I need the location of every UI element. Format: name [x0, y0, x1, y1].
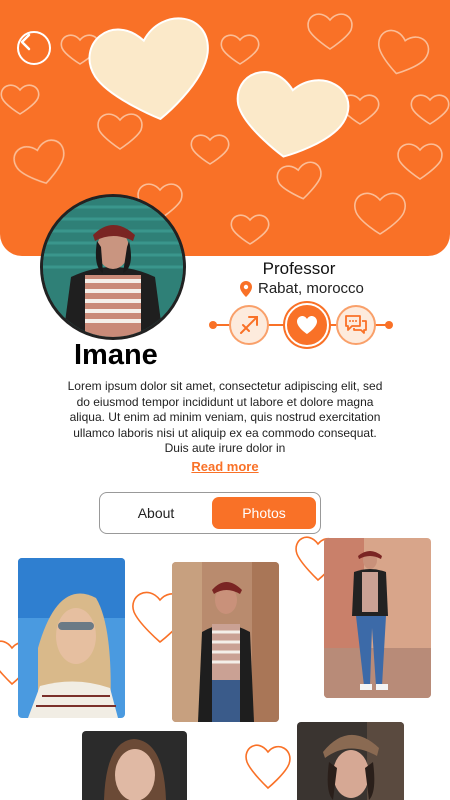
chat-icon [345, 315, 367, 334]
avatar [40, 194, 186, 340]
action-dot-left [209, 321, 217, 329]
photo-woman-portrait [82, 731, 187, 800]
heart-icon [297, 316, 317, 334]
profile-tabs: About Photos [99, 492, 321, 534]
photo-woman-beret [297, 722, 404, 800]
location: Rabat, morocco [240, 280, 364, 297]
back-button[interactable] [17, 31, 51, 65]
location-text: Rabat, morocco [258, 280, 364, 297]
tab-photos[interactable]: Photos [212, 497, 316, 529]
photo-1[interactable] [18, 558, 125, 718]
avatar-photo [43, 197, 183, 337]
zodiac-button[interactable] [229, 305, 269, 345]
like-button[interactable] [285, 303, 329, 347]
profession: Professor [262, 259, 336, 278]
photo-3[interactable] [324, 538, 431, 698]
chat-button[interactable] [336, 305, 376, 345]
action-bar [206, 303, 396, 347]
location-pin-icon [240, 280, 252, 297]
photo-2[interactable] [172, 562, 279, 722]
photo-woman-street [172, 562, 279, 722]
read-more-link[interactable]: Read more [0, 459, 450, 474]
tab-about[interactable]: About [104, 497, 208, 529]
photo-blonde-woman [18, 558, 125, 718]
chevron-left-icon [20, 33, 31, 51]
profile-bio: Lorem ipsum dolor sit amet, consectetur … [67, 379, 383, 456]
photo-4[interactable] [82, 731, 187, 800]
action-dot-right [385, 321, 393, 329]
sagittarius-icon [240, 316, 258, 334]
profile-name: Imane [74, 339, 158, 371]
photo-5[interactable] [297, 722, 404, 800]
photo-woman-walking [324, 538, 431, 698]
